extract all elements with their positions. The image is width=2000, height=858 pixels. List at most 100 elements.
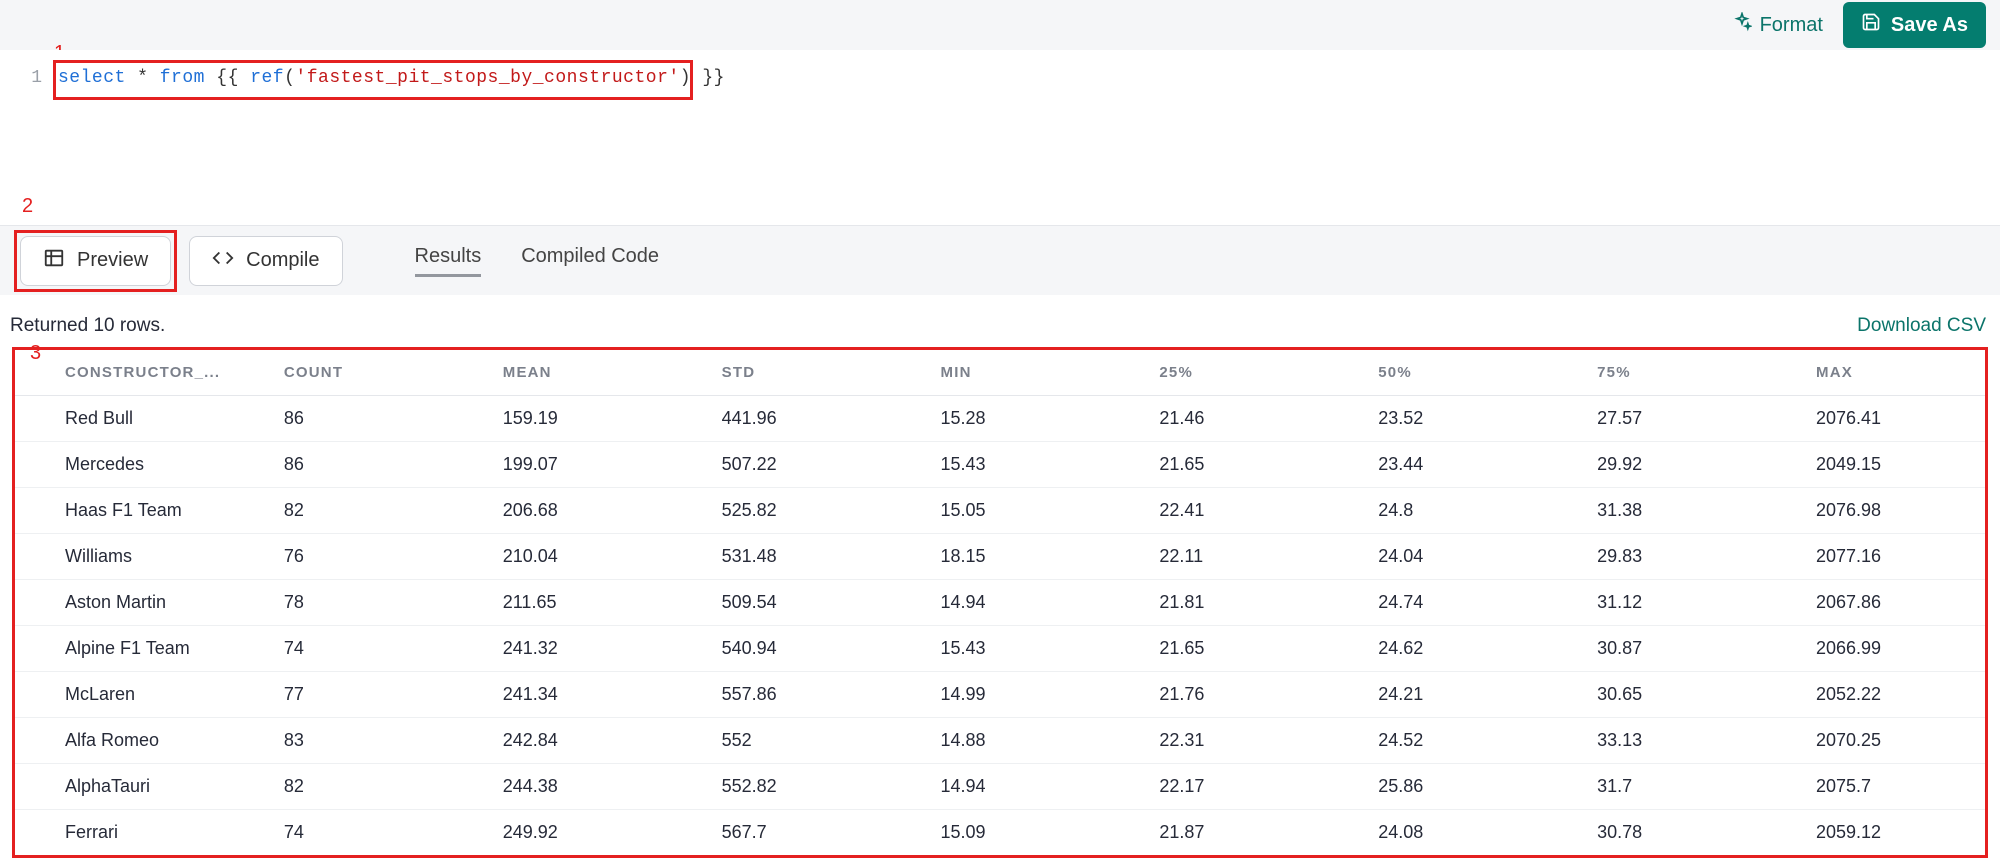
results-status: Returned 10 rows. xyxy=(10,315,165,337)
table-cell: 74 xyxy=(234,810,453,856)
table-header: CONSTRUCTOR_...COUNTMEANSTDMIN25%50%75%M… xyxy=(15,350,1985,396)
table-cell: 24.8 xyxy=(1328,488,1547,534)
table-cell: Alfa Romeo xyxy=(15,718,234,764)
table-cell: 24.52 xyxy=(1328,718,1547,764)
compile-button[interactable]: Compile xyxy=(189,236,342,286)
table-cell: 22.17 xyxy=(1109,764,1328,810)
save-as-button[interactable]: Save As xyxy=(1843,2,1986,48)
table-cell: AlphaTauri xyxy=(15,764,234,810)
column-header[interactable]: COUNT xyxy=(234,350,453,396)
sparkle-icon xyxy=(1732,12,1752,38)
table-cell: 507.22 xyxy=(672,442,891,488)
code-editor[interactable]: 1 select * from {{ ref('fastest_pit_stop… xyxy=(0,50,2000,225)
table-cell: 86 xyxy=(234,396,453,442)
table-cell: 22.31 xyxy=(1109,718,1328,764)
table-cell: 78 xyxy=(234,580,453,626)
tab-compiled-code[interactable]: Compiled Code xyxy=(521,245,659,277)
table-cell: 33.13 xyxy=(1547,718,1766,764)
line-number: 1 xyxy=(0,68,58,88)
table-cell: 557.86 xyxy=(672,672,891,718)
table-cell: 441.96 xyxy=(672,396,891,442)
table-cell: 30.78 xyxy=(1547,810,1766,856)
table-cell: 24.62 xyxy=(1328,626,1547,672)
table-cell: 24.74 xyxy=(1328,580,1547,626)
table-row[interactable]: Red Bull86159.19441.9615.2821.4623.5227.… xyxy=(15,396,1985,442)
table-row[interactable]: Mercedes86199.07507.2215.4321.6523.4429.… xyxy=(15,442,1985,488)
preview-label: Preview xyxy=(77,249,148,272)
column-header[interactable]: 75% xyxy=(1547,350,1766,396)
table-cell: 23.52 xyxy=(1328,396,1547,442)
table-cell: 77 xyxy=(234,672,453,718)
table-cell: 21.87 xyxy=(1109,810,1328,856)
table-cell: 14.88 xyxy=(891,718,1110,764)
annotation-box-2: Preview xyxy=(14,230,177,292)
table-cell: 206.68 xyxy=(453,488,672,534)
table-cell: 552.82 xyxy=(672,764,891,810)
annotation-box-1 xyxy=(53,60,693,100)
table-cell: 24.21 xyxy=(1328,672,1547,718)
column-header[interactable]: STD xyxy=(672,350,891,396)
table-row[interactable]: McLaren77241.34557.8614.9921.7624.2130.6… xyxy=(15,672,1985,718)
column-header[interactable]: MEAN xyxy=(453,350,672,396)
column-header[interactable]: MIN xyxy=(891,350,1110,396)
subtab-row: Results Compiled Code xyxy=(415,245,660,277)
table-cell: 29.83 xyxy=(1547,534,1766,580)
table-cell: 15.09 xyxy=(891,810,1110,856)
table-cell: 83 xyxy=(234,718,453,764)
column-header[interactable]: 25% xyxy=(1109,350,1328,396)
table-cell: 21.65 xyxy=(1109,442,1328,488)
results-table-container: CONSTRUCTOR_...COUNTMEANSTDMIN25%50%75%M… xyxy=(12,347,1988,858)
table-cell: 159.19 xyxy=(453,396,672,442)
table-cell: Haas F1 Team xyxy=(15,488,234,534)
table-cell: 15.43 xyxy=(891,442,1110,488)
table-cell: 249.92 xyxy=(453,810,672,856)
compile-label: Compile xyxy=(246,249,319,272)
table-cell: 244.38 xyxy=(453,764,672,810)
table-cell: Alpine F1 Team xyxy=(15,626,234,672)
table-cell: 21.81 xyxy=(1109,580,1328,626)
table-cell: 21.76 xyxy=(1109,672,1328,718)
table-cell: Aston Martin xyxy=(15,580,234,626)
table-cell: 14.94 xyxy=(891,764,1110,810)
table-cell: Ferrari xyxy=(15,810,234,856)
table-cell: 30.65 xyxy=(1547,672,1766,718)
table-cell: 567.7 xyxy=(672,810,891,856)
table-cell: 23.44 xyxy=(1328,442,1547,488)
table-cell: 21.46 xyxy=(1109,396,1328,442)
table-cell: 74 xyxy=(234,626,453,672)
table-cell: 210.04 xyxy=(453,534,672,580)
table-row[interactable]: Ferrari74249.92567.715.0921.8724.0830.78… xyxy=(15,810,1985,856)
preview-button[interactable]: Preview xyxy=(20,236,171,286)
format-button[interactable]: Format xyxy=(1732,12,1823,38)
table-row[interactable]: Williams76210.04531.4818.1522.1124.0429.… xyxy=(15,534,1985,580)
table-cell: 14.99 xyxy=(891,672,1110,718)
table-cell: 2052.22 xyxy=(1766,672,1985,718)
toolbar-top: Format Save As xyxy=(0,0,2000,50)
column-header[interactable]: 50% xyxy=(1328,350,1547,396)
table-cell: 540.94 xyxy=(672,626,891,672)
table-cell: 525.82 xyxy=(672,488,891,534)
annotation-3: 3 xyxy=(30,342,41,365)
table-row[interactable]: AlphaTauri82244.38552.8214.9422.1725.863… xyxy=(15,764,1985,810)
action-bar: Preview Compile Results Compiled Code xyxy=(0,225,2000,295)
table-row[interactable]: Alpine F1 Team74241.32540.9415.4321.6524… xyxy=(15,626,1985,672)
table-row[interactable]: Aston Martin78211.65509.5414.9421.8124.7… xyxy=(15,580,1985,626)
table-cell: 29.92 xyxy=(1547,442,1766,488)
table-cell: McLaren xyxy=(15,672,234,718)
table-row[interactable]: Haas F1 Team82206.68525.8215.0522.4124.8… xyxy=(15,488,1985,534)
table-cell: 2067.86 xyxy=(1766,580,1985,626)
tab-results[interactable]: Results xyxy=(415,245,482,277)
table-cell: 2066.99 xyxy=(1766,626,1985,672)
table-cell: 2070.25 xyxy=(1766,718,1985,764)
format-label: Format xyxy=(1760,14,1823,37)
table-cell: 76 xyxy=(234,534,453,580)
download-csv-link[interactable]: Download CSV xyxy=(1857,315,1986,337)
column-header[interactable]: MAX xyxy=(1766,350,1985,396)
column-header[interactable]: CONSTRUCTOR_... xyxy=(15,350,234,396)
save-as-label: Save As xyxy=(1891,14,1968,37)
table-body: Red Bull86159.19441.9615.2821.4623.5227.… xyxy=(15,396,1985,856)
table-row[interactable]: Alfa Romeo83242.8455214.8822.3124.5233.1… xyxy=(15,718,1985,764)
table-cell: 21.65 xyxy=(1109,626,1328,672)
table-cell: 2059.12 xyxy=(1766,810,1985,856)
table-cell: 31.38 xyxy=(1547,488,1766,534)
